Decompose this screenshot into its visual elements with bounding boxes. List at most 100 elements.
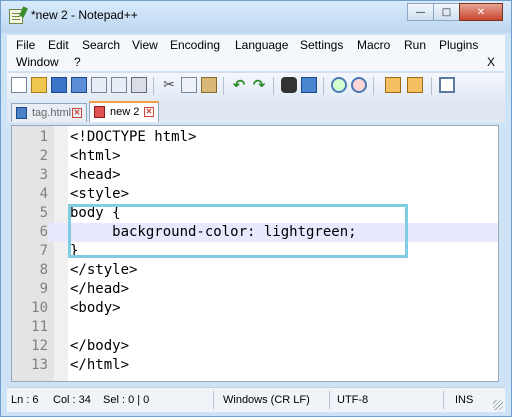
code-text: </body> bbox=[70, 338, 130, 354]
maximize-button[interactable]: □ bbox=[433, 3, 459, 21]
status-separator bbox=[213, 391, 214, 409]
tab-close-icon[interactable]: ✕ bbox=[144, 107, 154, 117]
code-text: <head> bbox=[70, 167, 121, 183]
replace-icon[interactable] bbox=[301, 77, 317, 93]
code-line[interactable]: 8 </style> bbox=[12, 261, 498, 280]
code-text: background-color: lightgreen; bbox=[70, 224, 357, 240]
menu-settings[interactable]: Settings bbox=[300, 38, 343, 52]
menu-run[interactable]: Run bbox=[404, 38, 426, 52]
print-icon[interactable] bbox=[131, 77, 147, 93]
status-separator bbox=[443, 391, 444, 409]
zoom-in-icon[interactable] bbox=[331, 77, 347, 93]
code-text: <html> bbox=[70, 148, 121, 164]
line-number: 9 bbox=[39, 281, 48, 297]
menu-macro[interactable]: Macro bbox=[357, 38, 390, 52]
tab-bar: tag.html ✕ new 2 ✕ bbox=[7, 99, 505, 123]
menu-search[interactable]: Search bbox=[82, 38, 120, 52]
sync-h-icon[interactable] bbox=[407, 77, 423, 93]
line-number: 4 bbox=[39, 186, 48, 202]
sync-v-icon[interactable] bbox=[385, 77, 401, 93]
code-line[interactable]: 11 bbox=[12, 318, 498, 337]
window-title: *new 2 - Notepad++ bbox=[31, 8, 138, 22]
menu-file[interactable]: File bbox=[16, 38, 35, 52]
code-line[interactable]: 12 </body> bbox=[12, 337, 498, 356]
code-text: } bbox=[70, 243, 79, 259]
close-document-button[interactable]: X bbox=[487, 55, 495, 69]
menu-bar: File Edit Search View Encoding Language … bbox=[7, 35, 505, 71]
title-bar[interactable]: *new 2 - Notepad++ — □ ✕ bbox=[1, 1, 511, 33]
status-eol: Windows (CR LF) bbox=[223, 394, 310, 406]
line-number: 2 bbox=[39, 148, 48, 164]
open-file-icon[interactable] bbox=[31, 77, 47, 93]
close-icon: ✕ bbox=[476, 6, 486, 18]
toolbar-separator bbox=[223, 77, 224, 95]
tab-close-icon[interactable]: ✕ bbox=[72, 108, 82, 118]
code-line[interactable]: 7} bbox=[12, 242, 498, 261]
tab-label: new 2 bbox=[110, 106, 140, 118]
menu-help[interactable]: ? bbox=[74, 55, 81, 69]
save-icon[interactable] bbox=[51, 77, 67, 93]
close-window-button[interactable]: ✕ bbox=[459, 3, 503, 21]
tab-tag-html[interactable]: tag.html ✕ bbox=[11, 103, 87, 122]
line-number: 1 bbox=[39, 129, 48, 145]
code-line[interactable]: 3 <head> bbox=[12, 166, 498, 185]
close-all-icon[interactable] bbox=[111, 77, 127, 93]
code-line[interactable]: 1 <!DOCTYPE html> bbox=[12, 128, 498, 147]
status-selection: Sel : 0 | 0 bbox=[103, 394, 150, 406]
line-number: 11 bbox=[31, 319, 48, 335]
code-line[interactable]: 13 </html> bbox=[12, 356, 498, 375]
status-insert-mode: INS bbox=[455, 394, 474, 406]
resize-grip[interactable] bbox=[493, 400, 503, 410]
window-controls: — □ ✕ bbox=[407, 3, 503, 23]
redo-icon[interactable]: ↷ bbox=[251, 77, 267, 93]
notepadpp-app-icon bbox=[9, 9, 23, 24]
copy-icon[interactable] bbox=[181, 77, 197, 93]
line-number: 8 bbox=[39, 262, 48, 278]
menu-plugins[interactable]: Plugins bbox=[439, 38, 478, 52]
close-file-icon[interactable] bbox=[91, 77, 107, 93]
minimize-button[interactable]: — bbox=[407, 3, 433, 21]
code-editor[interactable]: 1 <!DOCTYPE html> 2 <html> 3 <head> 4 <style> 5 b… bbox=[11, 125, 499, 382]
tab-new-2[interactable]: new 2 ✕ bbox=[89, 101, 159, 122]
menu-edit[interactable]: Edit bbox=[48, 38, 69, 52]
new-file-icon[interactable] bbox=[11, 77, 27, 93]
zoom-out-icon[interactable] bbox=[351, 77, 367, 93]
code-line[interactable]: 5 body { bbox=[12, 204, 498, 223]
menu-encoding[interactable]: Encoding bbox=[170, 38, 220, 52]
menu-language[interactable]: Language bbox=[235, 38, 288, 52]
line-number: 7 bbox=[39, 243, 48, 259]
code-line[interactable]: 4 <style> bbox=[12, 185, 498, 204]
code-line[interactable]: 10 <body> bbox=[12, 299, 498, 318]
status-encoding: UTF-8 bbox=[337, 394, 369, 406]
toolbar-separator bbox=[153, 77, 154, 95]
tab-label: tag.html bbox=[32, 107, 72, 119]
find-icon[interactable] bbox=[281, 77, 297, 93]
toolbar-separator bbox=[323, 77, 324, 95]
cut-icon[interactable]: ✂ bbox=[161, 77, 177, 93]
toolbar-separator bbox=[373, 77, 374, 95]
toolbar: ✂ ↶ ↷ bbox=[7, 72, 505, 99]
status-line: Ln : 6 bbox=[11, 394, 39, 406]
status-bar: Ln : 6 Col : 34 Sel : 0 | 0 Windows (CR … bbox=[7, 387, 505, 412]
code-line[interactable]: 2 <html> bbox=[12, 147, 498, 166]
code-line[interactable]: 9 </head> bbox=[12, 280, 498, 299]
line-number: 6 bbox=[12, 223, 48, 242]
menu-window[interactable]: Window bbox=[16, 55, 59, 69]
notepadpp-window: *new 2 - Notepad++ — □ ✕ File Edit Searc… bbox=[0, 0, 512, 417]
line-number: 5 bbox=[39, 205, 48, 221]
status-column: Col : 34 bbox=[53, 394, 91, 406]
save-all-icon[interactable] bbox=[71, 77, 87, 93]
minimize-icon: — bbox=[415, 6, 426, 18]
file-saved-icon bbox=[16, 107, 27, 119]
menu-view[interactable]: View bbox=[132, 38, 158, 52]
toolbar-separator bbox=[273, 77, 274, 95]
undo-icon[interactable]: ↶ bbox=[231, 77, 247, 93]
line-number: 13 bbox=[31, 357, 48, 373]
line-number: 12 bbox=[31, 338, 48, 354]
status-separator bbox=[329, 391, 330, 409]
code-text: </style> bbox=[70, 262, 138, 278]
code-text: </html> bbox=[70, 357, 130, 373]
word-wrap-icon[interactable] bbox=[439, 77, 455, 93]
paste-icon[interactable] bbox=[201, 77, 217, 93]
code-line[interactable]: 6 background-color: lightgreen; bbox=[12, 223, 498, 242]
